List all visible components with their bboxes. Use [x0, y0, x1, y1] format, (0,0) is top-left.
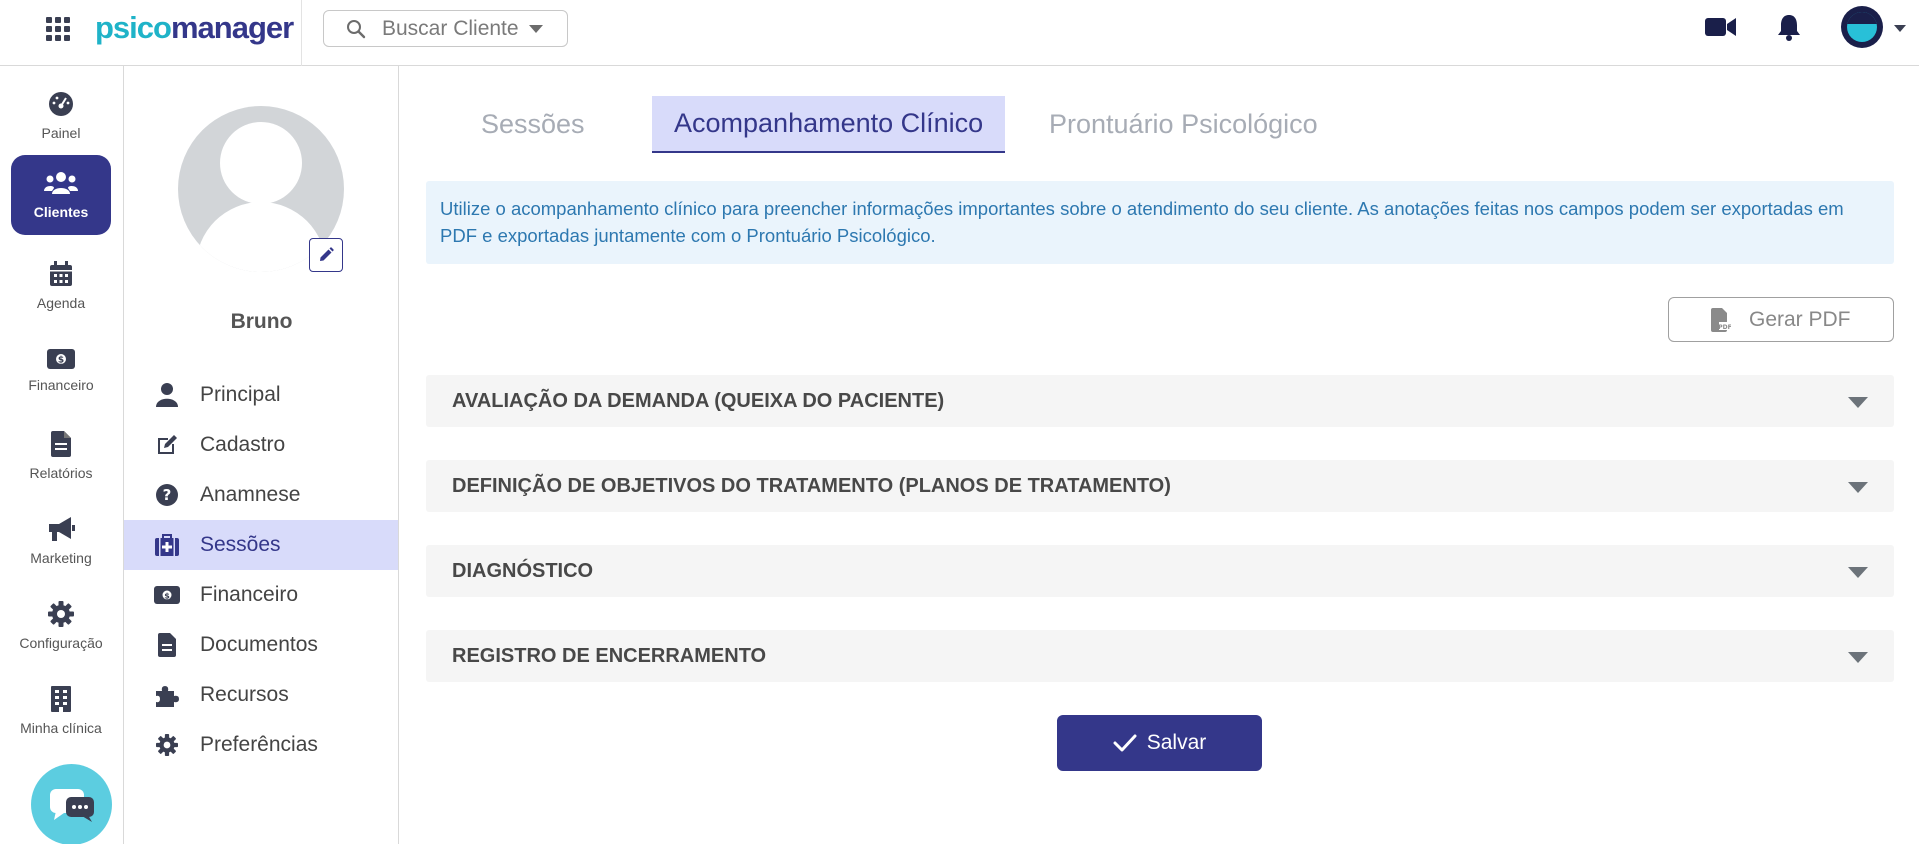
tab-sessoes[interactable]: Sessões — [459, 96, 607, 153]
section-title: REGISTRO DE ENCERRAMENTO — [452, 644, 767, 667]
sidebar-item-label: Minha clínica — [20, 720, 102, 736]
generate-pdf-button[interactable]: PDF Gerar PDF — [1668, 297, 1894, 342]
megaphone-icon — [49, 517, 75, 541]
sidebar-item-marketing[interactable]: Marketing — [11, 501, 111, 581]
sidebar-item-label: Agenda — [36, 295, 86, 311]
sidebar-item-label: Configuração — [19, 635, 103, 651]
section-avaliacao-demanda[interactable]: AVALIAÇÃO DA DEMANDA (QUEIXA DO PACIENTE… — [426, 375, 1894, 427]
building-icon — [51, 686, 71, 712]
divider — [301, 0, 302, 66]
top-bar: psicomanager Buscar Cliente — [0, 0, 1919, 66]
gear-icon — [156, 734, 178, 756]
edit-avatar-button[interactable] — [309, 238, 343, 272]
svg-text:PDF: PDF — [1718, 324, 1731, 331]
chat-support-button[interactable] — [31, 764, 112, 844]
svg-text:?: ? — [163, 486, 172, 504]
client-menu-cadastro[interactable]: Cadastro — [124, 420, 398, 470]
section-registro-encerramento[interactable]: REGISTRO DE ENCERRAMENTO — [426, 630, 1894, 682]
client-menu-recursos[interactable]: Recursos — [124, 670, 398, 720]
sidebar-item-label: Financeiro — [28, 377, 94, 393]
client-menu-anamnese[interactable]: ? Anamnese — [124, 470, 398, 520]
section-title: AVALIAÇÃO DA DEMANDA (QUEIXA DO PACIENTE… — [452, 389, 945, 412]
sidebar-item-configuracao[interactable]: Configuração — [11, 586, 111, 666]
document-icon — [158, 633, 176, 657]
pencil-icon — [320, 247, 334, 261]
calendar-icon — [50, 261, 72, 286]
save-button[interactable]: Salvar — [1057, 715, 1262, 771]
client-menu-preferencias[interactable]: Preferências — [124, 720, 398, 770]
section-diagnostico[interactable]: DIAGNÓSTICO — [426, 545, 1894, 597]
medkit-icon — [155, 534, 179, 556]
document-icon — [51, 431, 71, 457]
check-icon — [1113, 734, 1137, 752]
svg-text:$: $ — [164, 592, 170, 601]
client-menu-sessoes[interactable]: Sessões — [124, 520, 398, 570]
video-camera-icon[interactable] — [1705, 16, 1737, 38]
pdf-file-icon: PDF — [1711, 307, 1731, 332]
client-menu-principal[interactable]: Principal — [124, 370, 398, 420]
main-sidebar: Painel Clientes Agenda $ Financeiro Rela… — [0, 66, 124, 844]
save-label: Salvar — [1146, 731, 1207, 754]
chevron-down-icon — [1848, 397, 1868, 408]
bell-icon[interactable] — [1777, 13, 1801, 41]
edit-icon — [158, 435, 177, 454]
chevron-down-icon — [1848, 567, 1868, 578]
client-search-dropdown[interactable]: Buscar Cliente — [323, 10, 568, 47]
search-placeholder: Buscar Cliente — [382, 16, 519, 40]
sidebar-item-label: Relatórios — [29, 465, 93, 481]
user-avatar[interactable] — [1841, 6, 1883, 48]
app-logo[interactable]: psicomanager — [95, 10, 294, 46]
search-icon — [347, 19, 366, 38]
sidebar-item-minha-clinica[interactable]: Minha clínica — [11, 671, 111, 751]
client-name: Bruno — [230, 310, 293, 333]
gear-icon — [48, 601, 74, 627]
sidebar-item-painel[interactable]: Painel — [11, 76, 111, 156]
svg-text:$: $ — [58, 356, 64, 366]
chat-icon — [49, 788, 94, 822]
chevron-down-icon — [528, 24, 543, 33]
chevron-down-icon — [1848, 652, 1868, 663]
section-title: DIAGNÓSTICO — [452, 559, 594, 582]
sidebar-item-label: Marketing — [30, 550, 92, 566]
client-menu-documentos[interactable]: Documentos — [124, 620, 398, 670]
tab-acompanhamento-clinico[interactable]: Acompanhamento Clínico — [652, 96, 1006, 153]
client-menu-financeiro[interactable]: $ Financeiro — [124, 570, 398, 620]
puzzle-icon — [156, 686, 179, 707]
chevron-down-icon — [1848, 482, 1868, 493]
sidebar-item-clientes[interactable]: Clientes — [11, 155, 111, 235]
section-title: DEFINIÇÃO DE OBJETIVOS DO TRATAMENTO (PL… — [452, 474, 1171, 497]
question-icon: ? — [156, 484, 178, 506]
sidebar-item-agenda[interactable]: Agenda — [11, 246, 111, 326]
sidebar-item-financeiro[interactable]: $ Financeiro — [11, 331, 111, 411]
sidebar-item-label: Painel — [41, 125, 81, 141]
section-definicao-objetivos[interactable]: DEFINIÇÃO DE OBJETIVOS DO TRATAMENTO (PL… — [426, 460, 1894, 512]
sidebar-item-relatorios[interactable]: Relatórios — [11, 416, 111, 496]
generate-pdf-label: Gerar PDF — [1749, 307, 1851, 331]
apps-grid-icon[interactable] — [46, 17, 70, 41]
users-icon — [44, 172, 78, 194]
money-icon: $ — [154, 586, 180, 604]
client-panel: Bruno Principal Cadastro ? Anamnese Sess… — [124, 66, 399, 844]
sidebar-item-label: Clientes — [33, 204, 89, 220]
chevron-down-icon[interactable] — [1894, 25, 1906, 32]
tab-prontuario-psicologico[interactable]: Prontuário Psicológico — [1027, 96, 1340, 153]
info-alert: Utilize o acompanhamento clínico para pr… — [426, 181, 1894, 264]
gauge-icon — [49, 92, 73, 116]
user-icon — [156, 383, 178, 407]
money-icon: $ — [47, 349, 75, 369]
